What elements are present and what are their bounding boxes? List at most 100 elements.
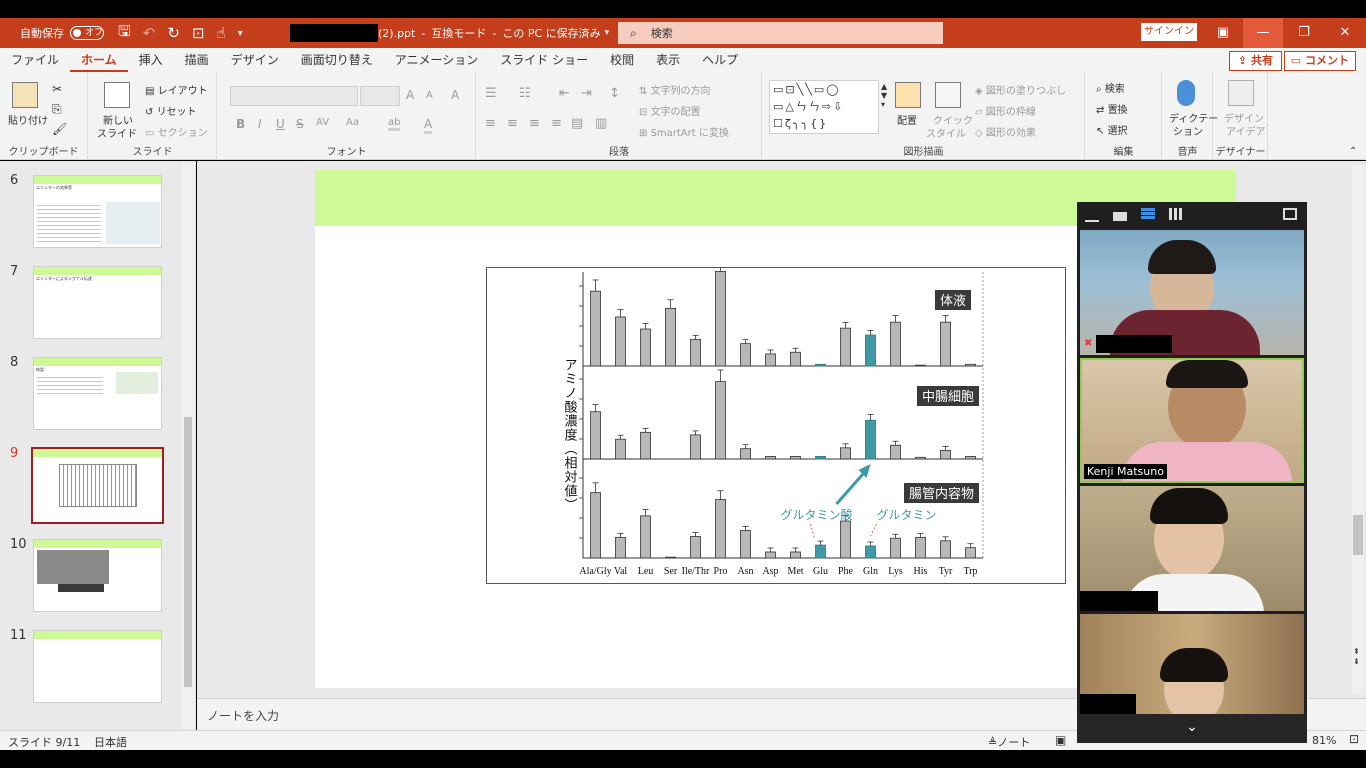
bullets-icon[interactable]: ☰ xyxy=(485,86,497,101)
find-button[interactable]: ⌕ 検索 xyxy=(1096,80,1125,95)
editor-scrollbar[interactable]: ⇞ ⇟ xyxy=(1352,165,1364,695)
format-painter-icon[interactable]: 🖌 xyxy=(52,122,67,136)
video-tile[interactable] xyxy=(1080,614,1304,714)
ribbon-display-icon[interactable]: ▣ xyxy=(1203,18,1243,48)
font-color-button[interactable]: A xyxy=(424,117,433,134)
restore-button[interactable]: ❐ xyxy=(1284,18,1324,48)
arrange-button[interactable]: 配置 xyxy=(897,112,917,127)
slide-thumbnail[interactable]: エリシターによるシグナル伝達 xyxy=(33,266,162,339)
columns-icon[interactable]: ▥ xyxy=(595,116,607,131)
align-text-button[interactable]: ⊟ 文字の配置 xyxy=(639,103,701,118)
slide-thumbnail-selected[interactable] xyxy=(31,447,164,524)
thumbnail-scroll-thumb[interactable] xyxy=(184,417,192,687)
video-tile[interactable]: ✖ xyxy=(1080,230,1304,355)
grow-font-icon[interactable]: A xyxy=(406,88,414,102)
autosave-switch[interactable]: オフ xyxy=(70,26,104,40)
shapes-gallery[interactable]: ▭⊡╲╲▭◯ ▭△ㄣㄣ⇨⇩ ☐ζ╮╮{} xyxy=(769,80,879,134)
signin-button[interactable]: サインイン xyxy=(1141,23,1197,41)
customize-qat-icon[interactable]: ▾ xyxy=(238,28,243,39)
menu-transitions[interactable]: 画面切り替え xyxy=(290,48,384,72)
fit-to-window-icon[interactable]: ⊡ xyxy=(1349,732,1359,746)
share-button[interactable]: ⇪ 共有 xyxy=(1228,51,1282,71)
search-box[interactable]: ⌕ 検索 xyxy=(618,22,943,44)
menu-review[interactable]: 校閲 xyxy=(599,48,645,72)
save-state[interactable]: この PC に保存済み xyxy=(502,25,600,41)
notes-toggle[interactable]: ≜ノート xyxy=(988,734,1030,750)
video-tile[interactable] xyxy=(1080,486,1304,611)
menu-slideshow[interactable]: スライド ショー xyxy=(489,48,599,72)
smartart-button[interactable]: ⊞ SmartArt に変換 xyxy=(639,124,729,139)
clear-format-icon[interactable]: A xyxy=(451,88,459,102)
bold-button[interactable]: B xyxy=(236,117,245,131)
minimize-button[interactable]: — xyxy=(1243,18,1283,48)
change-case-button[interactable]: Aa xyxy=(346,117,359,128)
layout-button[interactable]: ▤ レイアウト xyxy=(145,82,208,97)
replace-button[interactable]: ⇄ 置換 xyxy=(1096,101,1128,116)
microphone-icon[interactable] xyxy=(1177,80,1195,106)
section-button[interactable]: ▭ セクション xyxy=(145,124,208,139)
font-size-select[interactable] xyxy=(360,86,400,106)
select-button[interactable]: ↖ 選択 xyxy=(1096,122,1128,137)
video-tile-active-speaker[interactable]: Kenji Matsuno xyxy=(1080,358,1304,483)
quick-styles-label-2[interactable]: スタイル xyxy=(926,125,966,140)
editor-scroll-thumb[interactable] xyxy=(1353,515,1363,555)
align-left-icon[interactable]: ≡ xyxy=(485,116,496,131)
menu-help[interactable]: ヘルプ xyxy=(691,48,749,72)
distributed-icon[interactable]: ▤ xyxy=(571,116,583,131)
zoom-exit-float-icon[interactable] xyxy=(1283,208,1297,220)
menu-file[interactable]: ファイル xyxy=(0,48,70,72)
shrink-font-icon[interactable]: A xyxy=(426,90,433,101)
paste-button[interactable]: 貼り付け xyxy=(8,112,48,127)
shape-effects-button[interactable]: ◇ 図形の効果 xyxy=(975,124,1036,139)
strikethrough-button[interactable]: S xyxy=(296,117,304,131)
increase-indent-icon[interactable]: ⇥ xyxy=(581,86,592,101)
text-direction-button[interactable]: ⇅ 文字列の方向 xyxy=(639,82,711,97)
dictate-label-2[interactable]: ション xyxy=(1173,123,1203,138)
save-icon[interactable]: 🖫 xyxy=(118,21,131,46)
justify-icon[interactable]: ≡ xyxy=(551,116,562,131)
align-center-icon[interactable]: ≡ xyxy=(507,116,518,131)
cut-icon[interactable]: ✂ xyxy=(52,82,62,96)
shapes-gallery-scroll-icon[interactable]: ▲ ▼ ▾ xyxy=(881,82,887,109)
menu-view[interactable]: 表示 xyxy=(645,48,691,72)
shape-fill-button[interactable]: ◈ 図形の塗りつぶし xyxy=(975,82,1066,97)
shape-outline-button[interactable]: ▱ 図形の枠線 xyxy=(975,103,1036,118)
numbering-icon[interactable]: ☷ xyxy=(519,86,531,101)
zoom-expand-chevron-icon[interactable]: ⌄ xyxy=(1077,714,1307,743)
close-button[interactable]: ✕ xyxy=(1325,18,1365,48)
align-right-icon[interactable]: ≡ xyxy=(529,116,540,131)
normal-view-icon[interactable]: ▣ xyxy=(1055,733,1066,747)
font-name-select[interactable] xyxy=(230,86,358,106)
zoom-gallery-view-icon[interactable] xyxy=(1169,208,1183,220)
language-indicator[interactable]: 日本語 xyxy=(94,734,127,750)
redo-icon[interactable]: ↻ xyxy=(167,24,180,42)
menu-insert[interactable]: 挿入 xyxy=(128,48,174,72)
slide-thumbnail[interactable] xyxy=(33,539,162,612)
highlight-button[interactable]: ab xyxy=(388,117,401,131)
menu-draw[interactable]: 描画 xyxy=(174,48,220,72)
thumbnail-scrollbar[interactable] xyxy=(181,163,195,729)
slide-thumbnail[interactable]: 結語 xyxy=(33,357,162,430)
paste-icon[interactable] xyxy=(12,82,38,108)
slide-thumbnail[interactable]: エリシターの効果等 xyxy=(33,175,162,248)
touch-mode-icon[interactable]: ☝ xyxy=(217,24,226,42)
design-ideas-label-2[interactable]: アイデア xyxy=(1226,123,1266,138)
menu-home[interactable]: ホーム xyxy=(70,48,128,72)
line-spacing-icon[interactable]: ↕ xyxy=(609,86,620,101)
quick-styles-icon[interactable] xyxy=(935,82,961,108)
slide-thumbnail[interactable] xyxy=(33,630,162,703)
menu-design[interactable]: デザイン xyxy=(220,48,290,72)
char-spacing-button[interactable]: AV xyxy=(316,117,329,128)
reset-button[interactable]: ↺ リセット xyxy=(145,103,197,118)
italic-button[interactable]: I xyxy=(258,117,262,131)
collapse-ribbon-icon[interactable]: ⌃ xyxy=(1349,146,1357,157)
decrease-indent-icon[interactable]: ⇤ xyxy=(559,86,570,101)
copy-icon[interactable]: ⎘ xyxy=(52,102,62,117)
zoom-speaker-view-icon[interactable] xyxy=(1113,212,1127,221)
autosave-toggle[interactable]: 自動保存 オフ xyxy=(20,18,104,48)
zoom-strip-view-icon[interactable] xyxy=(1141,208,1155,220)
prev-slide-icon[interactable]: ⇞ ⇟ xyxy=(1353,647,1360,667)
menu-animations[interactable]: アニメーション xyxy=(384,48,490,72)
amino-acid-chart[interactable]: 体液 中腸細胞 腸管内容物 Ala/Gly Val Leu Ser Ile/Thr Pro Asn… xyxy=(486,256,1066,584)
zoom-level[interactable]: 81% xyxy=(1312,734,1336,747)
